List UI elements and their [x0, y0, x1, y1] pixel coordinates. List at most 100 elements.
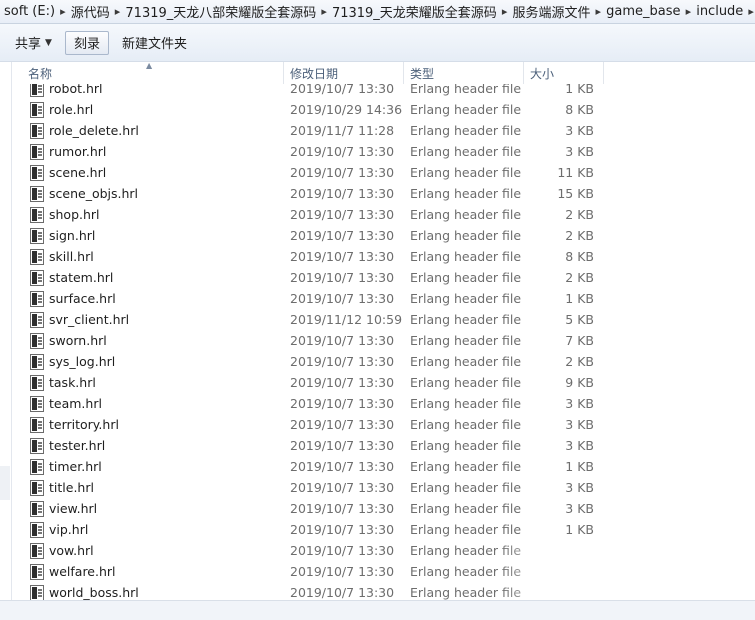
file-row[interactable]: sys_log.hrl 2019/10/7 13:30 Erlang header …	[22, 351, 604, 372]
breadcrumb-item-label: soft (E:)	[4, 4, 56, 19]
column-header-name[interactable]: 名称 ▲	[22, 61, 284, 84]
file-size: 3 KB	[565, 123, 594, 138]
file-name-cell: tester.hrl	[22, 435, 284, 456]
file-row[interactable]: svr_client.hrl 2019/11/12 10:59 Erlang hea…	[22, 309, 604, 330]
file-name-cell: sign.hrl	[22, 225, 284, 246]
file-name: surface.hrl	[49, 291, 116, 306]
file-size: 7 KB	[565, 333, 594, 348]
file-date: 2019/10/7 13:30	[290, 459, 395, 474]
breadcrumb-chevron-icon[interactable]: ▸	[59, 5, 67, 18]
breadcrumb-chevron-icon[interactable]: ▸	[685, 5, 693, 18]
file-name: robot.hrl	[49, 84, 103, 96]
file-type: Erlang header file	[410, 249, 522, 264]
file-row[interactable]: scene.hrl 2019/10/7 13:30 Erlang header fi…	[22, 162, 604, 183]
file-date: 2019/10/7 13:30	[290, 228, 395, 243]
file-name-cell: svr_client.hrl	[22, 309, 284, 330]
file-name-cell: statem.hrl	[22, 267, 284, 288]
file-name: scene_objs.hrl	[49, 186, 139, 201]
file-row[interactable]: territory.hrl 2019/10/7 13:30 Erlang heade…	[22, 414, 604, 435]
breadcrumb-chevron-icon[interactable]: ▸	[320, 5, 328, 18]
file-row[interactable]: role.hrl 2019/10/29 14:36 Erlang header fi…	[22, 99, 604, 120]
file-name-cell: territory.hrl	[22, 414, 284, 435]
watermark-overlay	[500, 536, 755, 600]
breadcrumb-item[interactable]: 服务端源文件	[508, 0, 594, 23]
file-name-cell: view.hrl	[22, 498, 284, 519]
breadcrumb-item-label: 服务端源文件	[512, 6, 591, 21]
new-folder-button[interactable]: 新建文件夹	[113, 31, 196, 55]
hrl-file-icon	[30, 185, 44, 202]
file-name-cell: skill.hrl	[22, 246, 284, 267]
share-button-label: 共享	[15, 37, 42, 52]
file-name: territory.hrl	[49, 417, 119, 432]
breadcrumb-chevron-icon[interactable]: ▸	[114, 5, 122, 18]
hrl-file-icon	[30, 437, 44, 454]
hrl-file-icon	[30, 500, 44, 517]
file-date: 2019/10/7 13:30	[290, 186, 395, 201]
breadcrumb-chevron-icon[interactable]: ▸	[594, 5, 602, 18]
column-header-type-label: 类型	[410, 66, 435, 81]
file-row[interactable]: surface.hrl 2019/10/7 13:30 Erlang header …	[22, 288, 604, 309]
file-row[interactable]: task.hrl 2019/10/7 13:30 Erlang header fil…	[22, 372, 604, 393]
breadcrumb-item[interactable]: 源代码	[67, 0, 114, 23]
hrl-file-icon	[30, 206, 44, 223]
file-date: 2019/11/7 11:28	[290, 123, 395, 138]
hrl-file-icon	[30, 290, 44, 307]
file-name-cell: timer.hrl	[22, 456, 284, 477]
hrl-file-icon	[30, 521, 44, 538]
column-header-size[interactable]: 大小	[524, 62, 604, 84]
file-row[interactable]: scene_objs.hrl 2019/10/7 13:30 Erlang head…	[22, 183, 604, 204]
file-date: 2019/10/7 13:30	[290, 480, 395, 495]
file-name: shop.hrl	[49, 207, 100, 222]
file-date: 2019/10/7 13:30	[290, 564, 395, 579]
file-date: 2019/10/7 13:30	[290, 249, 395, 264]
file-type: Erlang header file	[410, 144, 522, 159]
status-bar	[0, 600, 755, 620]
breadcrumb-item-label: game_base	[606, 4, 681, 19]
file-type: Erlang header file	[410, 375, 522, 390]
file-name: view.hrl	[49, 501, 98, 516]
chevron-down-icon: ▼	[45, 37, 52, 48]
column-header-type[interactable]: 类型	[404, 62, 524, 84]
file-row[interactable]: timer.hrl 2019/10/7 13:30 Erlang header fi…	[22, 456, 604, 477]
hrl-file-icon	[30, 84, 44, 97]
breadcrumb-chevron-icon[interactable]: ▸	[501, 5, 509, 18]
file-size: 2 KB	[565, 207, 594, 222]
column-header-date[interactable]: 修改日期	[284, 62, 404, 84]
file-size: 5 KB	[565, 312, 594, 327]
file-type: Erlang header file	[410, 333, 522, 348]
file-row[interactable]: shop.hrl 2019/10/7 13:30 Erlang header fil…	[22, 204, 604, 225]
file-size: 15 KB	[557, 186, 594, 201]
burn-button[interactable]: 刻录	[64, 30, 109, 55]
breadcrumb-item[interactable]: 71319_天龙八部荣耀版全套源码	[121, 0, 320, 23]
file-row[interactable]: skill.hrl 2019/10/7 13:30 Erlang header fi…	[22, 246, 604, 267]
navigation-pane-edge	[0, 62, 12, 602]
breadcrumb-item[interactable]: include	[692, 0, 747, 23]
file-row[interactable]: team.hrl 2019/10/7 13:30 Erlang header fil…	[22, 393, 604, 414]
file-row[interactable]: robot.hrl 2019/10/7 13:30 Erlang header fi…	[22, 84, 604, 99]
file-row[interactable]: sworn.hrl 2019/10/7 13:30 Erlang header fi…	[22, 330, 604, 351]
file-row[interactable]: role_delete.hrl 2019/11/7 11:28 Erlang hea…	[22, 120, 604, 141]
file-name-cell: scene_objs.hrl	[22, 183, 284, 204]
file-name-cell: vip.hrl	[22, 519, 284, 540]
file-row[interactable]: statem.hrl 2019/10/7 13:30 Erlang header f…	[22, 267, 604, 288]
file-row[interactable]: sign.hrl 2019/10/7 13:30 Erlang header fil…	[22, 225, 604, 246]
breadcrumb-item[interactable]: soft (E:)	[0, 0, 59, 23]
file-row[interactable]: title.hrl 2019/10/7 13:30 Erlang header fi…	[22, 477, 604, 498]
breadcrumb-item[interactable]: 71319_天龙荣耀版全套源码	[328, 0, 501, 23]
file-name: sys_log.hrl	[49, 354, 116, 369]
file-size: 8 KB	[565, 102, 594, 117]
file-type: Erlang header file	[410, 228, 522, 243]
file-name: rumor.hrl	[49, 144, 107, 159]
file-row[interactable]: tester.hrl 2019/10/7 13:30 Erlang header f…	[22, 435, 604, 456]
file-date: 2019/10/7 13:30	[290, 333, 395, 348]
file-row[interactable]: view.hrl 2019/10/7 13:30 Erlang header fil…	[22, 498, 604, 519]
breadcrumb-chevron-icon[interactable]: ▸	[747, 5, 755, 18]
file-name-cell: role.hrl	[22, 99, 284, 120]
file-name-cell: rumor.hrl	[22, 141, 284, 162]
breadcrumb-item[interactable]: game_base	[602, 0, 684, 23]
hrl-file-icon	[30, 563, 44, 580]
share-button[interactable]: 共享 ▼	[6, 31, 61, 55]
file-date: 2019/10/7 13:30	[290, 585, 395, 600]
breadcrumb-item-label: 71319_天龙八部荣耀版全套源码	[125, 6, 317, 21]
file-row[interactable]: rumor.hrl 2019/10/7 13:30 Erlang header fi…	[22, 141, 604, 162]
